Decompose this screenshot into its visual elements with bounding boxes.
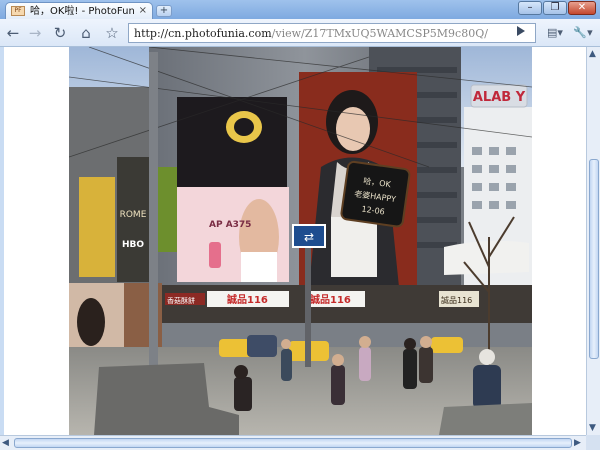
page-content: ALAB Y ROME HBO AP A375 哈，OK 老婆HAPPY 12-… bbox=[4, 47, 586, 435]
small-sign-text: 香菇酥餅 bbox=[167, 296, 195, 305]
street-scene-image: ALAB Y ROME HBO AP A375 哈，OK 老婆HAPPY 12-… bbox=[69, 47, 532, 435]
address-bar[interactable]: http://cn.photofunia.com/view/Z17TMxUQ5W… bbox=[128, 23, 536, 43]
chalkboard-sign: 哈，OK 老婆HAPPY 12-06 bbox=[340, 160, 411, 228]
scrollbar-corner bbox=[586, 435, 600, 450]
store-sign-left-text: 誠品116 bbox=[227, 293, 268, 306]
scroll-down-arrow-icon[interactable]: ▼ bbox=[589, 423, 596, 433]
white-canopy bbox=[444, 240, 529, 275]
wrench-menu-button[interactable]: 🔧▾ bbox=[570, 24, 596, 42]
store-sign-right-text: 誠品116 bbox=[441, 295, 472, 305]
vertical-scroll-thumb[interactable] bbox=[589, 159, 599, 359]
title-bar: PF 哈，OK啦! - PhotoFunia × + – ❐ ✕ bbox=[0, 0, 600, 19]
back-button[interactable]: ← bbox=[4, 24, 22, 42]
new-tab-button[interactable]: + bbox=[156, 5, 172, 17]
vertical-scrollbar[interactable]: ▲ ▼ bbox=[586, 47, 600, 435]
home-button[interactable]: ⌂ bbox=[77, 24, 95, 42]
bookmark-star-icon[interactable]: ☆ bbox=[103, 24, 121, 42]
maximize-button[interactable]: ❐ bbox=[543, 1, 567, 15]
forward-button[interactable]: → bbox=[26, 24, 44, 42]
url-path: /view/Z17TMxUQ5WAMCSP5M9c80Q/ bbox=[271, 27, 488, 40]
store-sign-center-text: 誠品116 bbox=[310, 293, 351, 306]
yellow-banner bbox=[79, 177, 115, 277]
browser-toolbar: ← → ↻ ⌂ ☆ http://cn.photofunia.com/view/… bbox=[0, 19, 600, 47]
station-sign-logo: ⇄ bbox=[304, 230, 314, 244]
phone-ad-text: AP A375 bbox=[209, 220, 251, 230]
alaby-sign-text: ALAB Y bbox=[473, 90, 526, 105]
scroll-up-arrow-icon[interactable]: ▲ bbox=[589, 49, 596, 59]
hbo-banner-text: HBO bbox=[122, 240, 144, 250]
tab-title: 哈，OK啦! - PhotoFunia bbox=[30, 6, 134, 17]
horizontal-scroll-thumb[interactable] bbox=[14, 438, 572, 448]
scroll-left-arrow-icon[interactable]: ◀ bbox=[2, 438, 9, 448]
rome-banner-text: ROME bbox=[120, 210, 147, 220]
close-window-button[interactable]: ✕ bbox=[568, 1, 596, 15]
url-host: http://cn.photofunia.com bbox=[134, 27, 272, 40]
lamp-post bbox=[149, 52, 158, 372]
url-text: http://cn.photofunia.com/view/Z17TMxUQ5W… bbox=[134, 26, 488, 41]
result-photo: ALAB Y ROME HBO AP A375 哈，OK 老婆HAPPY 12-… bbox=[69, 47, 532, 435]
browser-tab[interactable]: PF 哈，OK啦! - PhotoFunia × bbox=[5, 2, 153, 19]
go-arrow-icon[interactable] bbox=[517, 26, 525, 36]
horizontal-scrollbar[interactable]: ◀ ▶ bbox=[0, 435, 586, 450]
tab-close-icon[interactable]: × bbox=[139, 5, 147, 17]
minimize-button[interactable]: – bbox=[518, 1, 542, 15]
scroll-right-arrow-icon[interactable]: ▶ bbox=[574, 438, 581, 448]
photofunia-favicon-icon: PF bbox=[11, 6, 25, 16]
page-menu-button[interactable]: ▤▾ bbox=[543, 24, 567, 42]
dark-billboard bbox=[177, 97, 287, 187]
reload-button[interactable]: ↻ bbox=[51, 24, 69, 42]
